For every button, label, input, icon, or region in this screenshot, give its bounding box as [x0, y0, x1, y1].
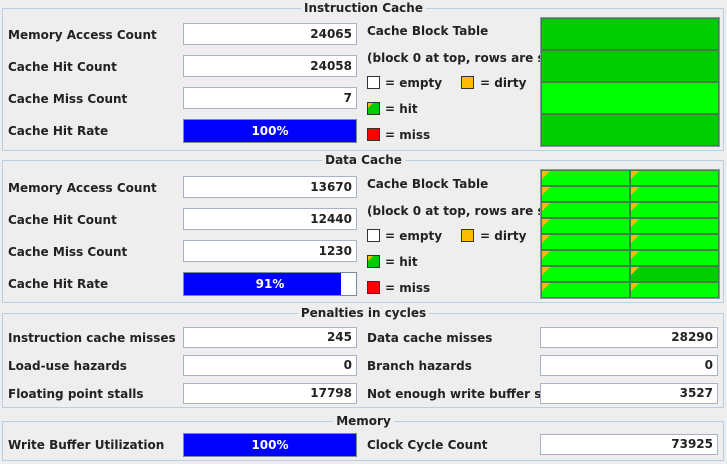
- ic-rate-text: 100%: [251, 124, 289, 138]
- memory-title-text: Memory: [333, 414, 394, 428]
- dc-table-title: Cache Block Table: [367, 177, 489, 191]
- dc-block-0-1: [630, 170, 719, 186]
- ic-legend-empty: = empty: [385, 76, 443, 90]
- dc-legend-hit: = hit: [385, 255, 418, 269]
- memory-title: Memory: [0, 414, 727, 428]
- ic-table-title: Cache Block Table: [367, 24, 489, 38]
- dc-hit-label: Cache Hit Count: [8, 213, 117, 227]
- write-buffer-space-field: 3527: [540, 383, 718, 404]
- dc-hit-swatch: [367, 255, 380, 268]
- dc-legend-miss: = miss: [385, 281, 431, 295]
- dc-rate-text: 91%: [255, 277, 285, 291]
- dc-block-1-1: [630, 186, 719, 202]
- ic-dirty-swatch: [461, 76, 474, 89]
- dc-miss-label: Cache Miss Count: [8, 245, 128, 259]
- instruction-cache-title-text: Instruction Cache: [301, 1, 426, 15]
- branch-hazards-label: Branch hazards: [367, 359, 472, 373]
- ic-rate-label: Cache Hit Rate: [8, 124, 109, 138]
- dc-rate-label: Cache Hit Rate: [8, 277, 109, 291]
- ic-empty-swatch: [367, 76, 380, 89]
- instruction-cache-title: Instruction Cache: [0, 1, 727, 15]
- penalties-title-text: Penalties in cycles: [297, 306, 430, 320]
- penalties-title: Penalties in cycles: [0, 306, 727, 320]
- fp-stalls-field: 17798: [183, 383, 357, 404]
- dc-block-2-0: [541, 202, 630, 218]
- dc-block-0-0: [541, 170, 630, 186]
- fp-stalls-label: Floating point stalls: [8, 387, 144, 401]
- write-buffer-utilization-text: 100%: [251, 438, 289, 452]
- ic-rate-bar: 100%: [183, 119, 357, 143]
- dc-block-2-1: [630, 202, 719, 218]
- dc-block-5-1: [630, 250, 719, 266]
- ic-miss-label: Cache Miss Count: [8, 92, 128, 106]
- dc-access-label: Memory Access Count: [8, 181, 157, 195]
- ic-miss-swatch: [367, 128, 380, 141]
- dc-miss-field: 1230: [183, 240, 357, 262]
- ic-hit-swatch: [367, 102, 380, 115]
- ic-access-label: Memory Access Count: [8, 28, 157, 42]
- dc-access-field: 13670: [183, 176, 357, 198]
- dcache-misses-field: 28290: [540, 327, 718, 348]
- icache-misses-label: Instruction cache misses: [8, 331, 176, 345]
- ic-legend-dirty: = dirty: [480, 76, 527, 90]
- write-buffer-utilization-bar: 100%: [183, 433, 357, 457]
- dc-miss-swatch: [367, 281, 380, 294]
- dc-block-4-1: [630, 234, 719, 250]
- dc-block-4-0: [541, 234, 630, 250]
- load-use-field: 0: [183, 355, 357, 376]
- write-buffer-utilization-label: Write Buffer Utilization: [8, 438, 165, 452]
- ic-block-0-0: [541, 18, 719, 50]
- ic-miss-field: 7: [183, 87, 357, 109]
- data-cache-title-text: Data Cache: [322, 153, 405, 167]
- ic-block-3-0: [541, 114, 719, 146]
- clock-cycle-count-field: 73925: [540, 434, 718, 455]
- data-cache-title: Data Cache: [0, 153, 727, 167]
- load-use-label: Load-use hazards: [8, 359, 127, 373]
- icache-misses-field: 245: [183, 327, 357, 348]
- dc-rate-bar: 91%: [183, 272, 357, 296]
- ic-block-1-0: [541, 50, 719, 82]
- branch-hazards-field: 0: [540, 355, 718, 376]
- dc-empty-swatch: [367, 229, 380, 242]
- dcache-misses-label: Data cache misses: [367, 331, 493, 345]
- dc-block-7-1: [630, 282, 719, 298]
- dc-dirty-swatch: [461, 229, 474, 242]
- dc-legend-empty: = empty: [385, 229, 443, 243]
- dc-block-7-0: [541, 282, 630, 298]
- ic-hit-label: Cache Hit Count: [8, 60, 117, 74]
- dc-legend-dirty: = dirty: [480, 229, 527, 243]
- dc-block-6-1: [630, 266, 719, 282]
- dc-block-5-0: [541, 250, 630, 266]
- dc-hit-field: 12440: [183, 208, 357, 230]
- dc-cache-block-table: [540, 169, 720, 299]
- clock-cycle-count-label: Clock Cycle Count: [367, 438, 488, 452]
- ic-legend-miss: = miss: [385, 128, 431, 142]
- ic-block-2-0: [541, 82, 719, 114]
- dc-block-6-0: [541, 266, 630, 282]
- ic-legend-hit: = hit: [385, 102, 418, 116]
- ic-hit-field: 24058: [183, 55, 357, 77]
- ic-access-field: 24065: [183, 23, 357, 45]
- dc-block-3-0: [541, 218, 630, 234]
- dc-block-1-0: [541, 186, 630, 202]
- ic-cache-block-table: [540, 17, 720, 147]
- dc-block-3-1: [630, 218, 719, 234]
